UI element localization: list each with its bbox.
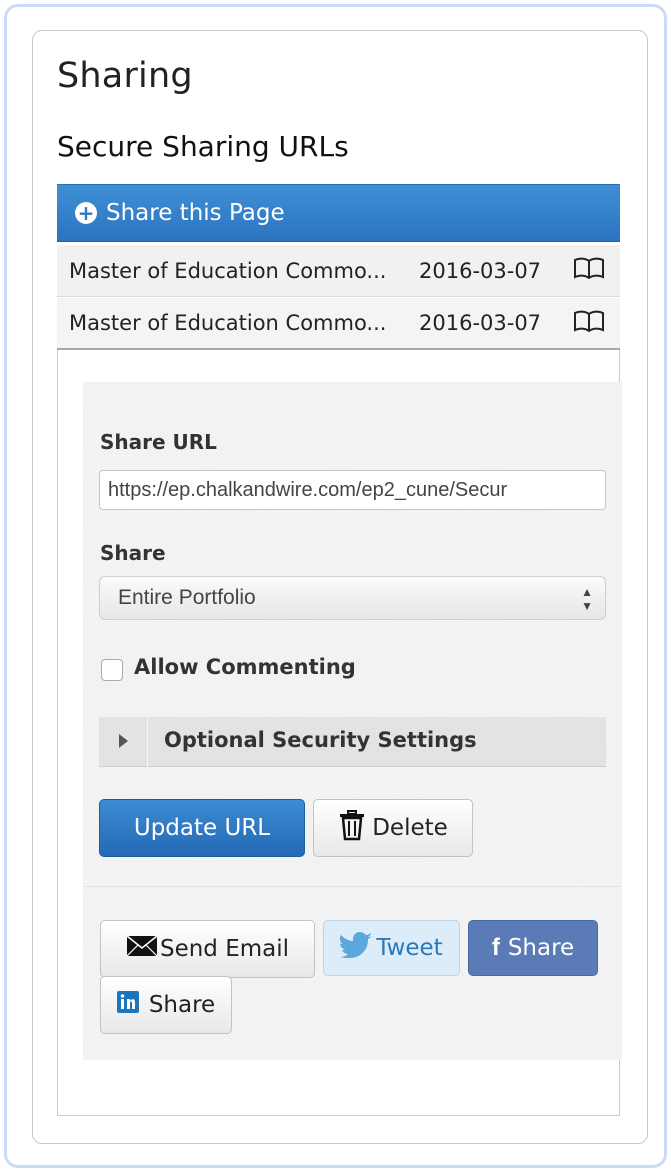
facebook-icon: f	[491, 934, 500, 961]
trash-icon	[338, 809, 366, 847]
shared-url-name: Master of Education Commo...	[69, 258, 387, 283]
accordion-divider	[147, 717, 148, 767]
twitter-bird-icon	[340, 932, 374, 964]
optional-security-label: Optional Security Settings	[164, 728, 477, 752]
allow-commenting-label: Allow Commenting	[134, 655, 356, 679]
delete-label: Delete	[372, 815, 448, 841]
share-scope-select[interactable]: Entire Portfolio ▲ ▼	[99, 576, 606, 620]
facebook-share-label: Share	[507, 935, 575, 961]
book-icon[interactable]	[569, 256, 609, 285]
allow-commenting-checkbox[interactable]	[101, 659, 123, 681]
linkedin-share-button[interactable]: Share	[100, 976, 232, 1034]
select-arrows-icon: ▲ ▼	[581, 585, 593, 613]
plus-circle-icon: +	[75, 202, 97, 224]
linkedin-share-label: Share	[148, 992, 216, 1018]
send-email-button[interactable]: Send Email	[100, 920, 315, 978]
delete-button[interactable]: Delete	[313, 799, 473, 857]
tweet-label: Tweet	[376, 935, 443, 961]
optional-security-toggle[interactable]: Optional Security Settings	[99, 717, 606, 767]
triangle-right-icon	[119, 734, 128, 748]
send-email-label: Send Email	[159, 936, 290, 962]
envelope-icon	[126, 935, 158, 963]
share-this-page-button[interactable]: + Share this Page	[57, 184, 620, 242]
shared-url-date: 2016-03-07	[419, 258, 542, 283]
shared-url-row[interactable]: Master of Education Commo... 2016-03-07	[57, 245, 620, 297]
page-title: Sharing	[57, 56, 193, 96]
facebook-share-button[interactable]: f Share	[468, 920, 598, 976]
share-url-label: Share URL	[100, 430, 217, 454]
book-icon[interactable]	[569, 309, 609, 338]
divider	[83, 886, 622, 887]
shared-url-row[interactable]: Master of Education Commo... 2016-03-07	[57, 298, 620, 350]
shared-url-date: 2016-03-07	[419, 311, 542, 335]
shared-url-name: Master of Education Commo...	[69, 311, 387, 335]
update-url-button[interactable]: Update URL	[99, 799, 305, 857]
tweet-button[interactable]: Tweet	[323, 920, 460, 976]
share-url-input[interactable]: https://ep.chalkandwire.com/ep2_cune/Sec…	[99, 470, 606, 510]
linkedin-icon	[116, 991, 139, 1019]
section-title: Secure Sharing URLs	[57, 130, 349, 163]
share-this-page-label: Share this Page	[106, 200, 285, 226]
share-scope-value: Entire Portfolio	[118, 586, 256, 609]
share-scope-label: Share	[100, 541, 166, 565]
